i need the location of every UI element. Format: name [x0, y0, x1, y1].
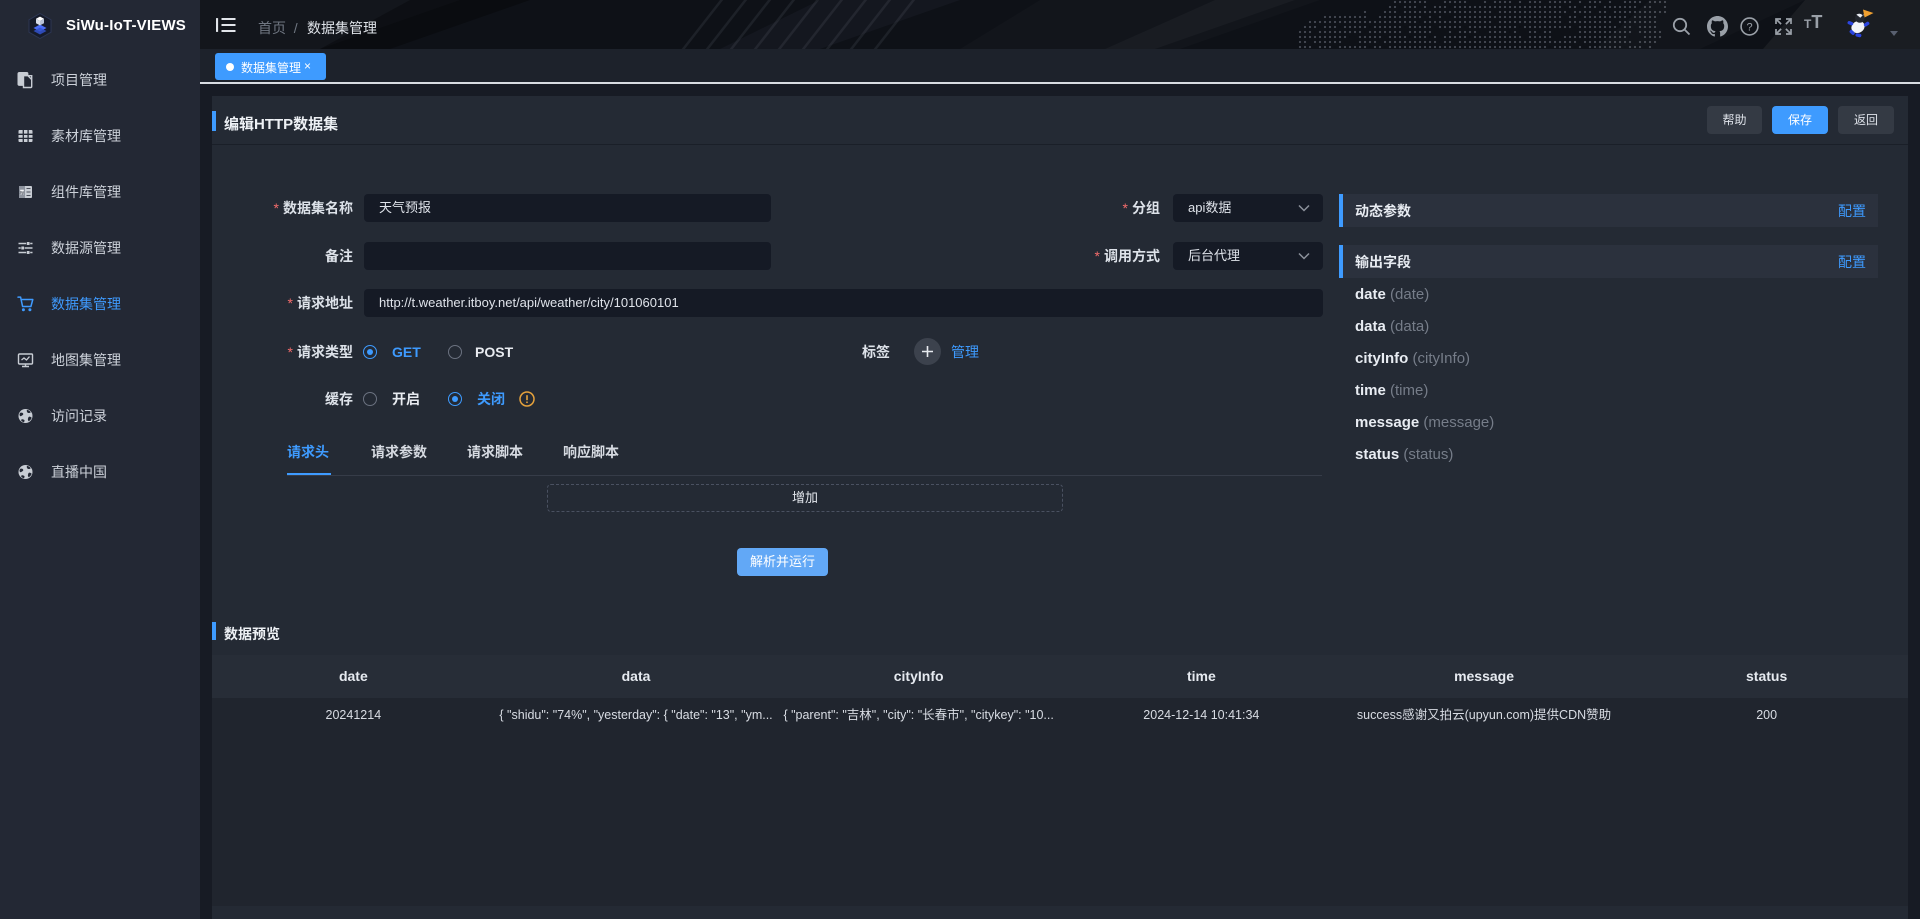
- svg-text:?: ?: [1746, 21, 1752, 33]
- svg-text:zip: zip: [20, 190, 24, 194]
